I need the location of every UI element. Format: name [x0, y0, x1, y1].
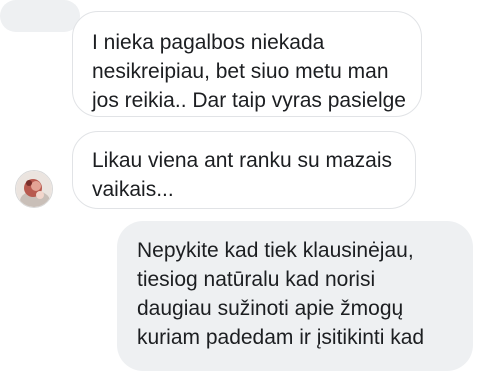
message-text-line: daugiau sužinoti apie žmogų	[137, 297, 404, 320]
incoming-message-bubble[interactable]: I nieka pagalbos niekada nesikreipiau, b…	[72, 11, 422, 117]
message-text-line: nesikreipiau, bet siuo metu man	[92, 60, 389, 83]
previous-outgoing-message-bubble[interactable]	[0, 0, 80, 32]
message-text-line: jos reikia.. Dar taip vyras pasielge	[92, 89, 406, 112]
message-text-line: vaikais...	[92, 178, 174, 201]
incoming-message-bubble[interactable]: Likau viena ant ranku su mazais vaikais.…	[72, 131, 416, 209]
message-text-line: tiesiog natūralu kad norisi	[137, 268, 376, 291]
avatar-photo-icon	[16, 171, 52, 207]
outgoing-message-bubble[interactable]: Nepykite kad tiek klausinėjau, tiesiog n…	[117, 221, 473, 371]
message-text-line: Nepykite kad tiek klausinėjau,	[137, 239, 414, 262]
message-text-line: Likau viena ant ranku su mazais	[92, 149, 392, 172]
chat-thread: I nieka pagalbos niekada nesikreipiau, b…	[0, 0, 482, 371]
message-text-line: kuriam padedam ir įsitikinti kad	[137, 326, 425, 349]
message-text-line: I nieka pagalbos niekada	[92, 31, 325, 54]
sender-avatar[interactable]	[15, 170, 53, 208]
